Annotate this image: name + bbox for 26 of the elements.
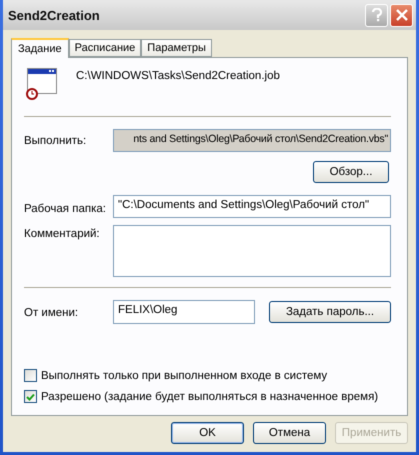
close-button[interactable] — [390, 4, 413, 26]
task-file-path: C:\WINDOWS\Tasks\Send2Creation.job — [76, 70, 280, 82]
checkbox[interactable] — [24, 390, 37, 403]
set-password-button[interactable]: Задать пароль... — [269, 301, 391, 323]
close-icon — [396, 9, 408, 21]
browse-button[interactable]: Обзор... — [313, 161, 389, 183]
run-field[interactable]: nts and Settings\Oleg\Рабочий стол\Send2Creation.vbs" — [113, 129, 391, 152]
help-icon — [370, 8, 382, 22]
start-in-field[interactable]: "C:\Documents and Settings\Oleg\Рабочий стол" — [113, 195, 391, 218]
run-label: Выполнить: — [24, 135, 86, 147]
dialog-button[interactable]: OK — [171, 422, 244, 444]
tab[interactable]: Параметры — [141, 39, 212, 57]
tab[interactable]: Задание — [11, 38, 69, 58]
comments-field[interactable] — [113, 225, 391, 277]
start-in-label: Рабочая папка: — [24, 203, 106, 215]
scheduled-window-icon — [24, 66, 58, 100]
checkbox-label: Разрешено (задание будет выполняться в назначенное время) — [41, 390, 378, 402]
dialog-button[interactable]: Отмена — [253, 422, 326, 444]
tab[interactable]: Расписание — [68, 39, 142, 57]
comments-label: Комментарий: — [24, 228, 100, 240]
checkbox-label: Выполнять только при выполненном входе в систему — [41, 370, 328, 382]
check-icon — [26, 392, 35, 400]
window-title: Send2Creation — [8, 8, 100, 22]
run-as-label: От имени: — [24, 306, 78, 318]
checkbox[interactable] — [24, 369, 37, 382]
run-as-field[interactable]: FELIX\Oleg — [113, 300, 255, 324]
